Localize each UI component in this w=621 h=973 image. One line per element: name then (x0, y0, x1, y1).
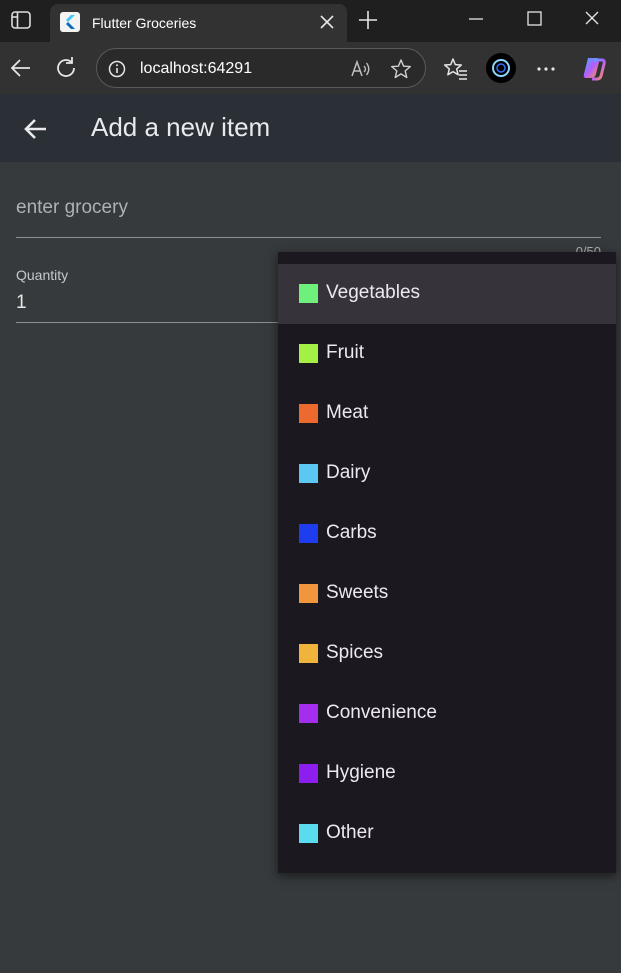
category-color-swatch (299, 284, 318, 303)
favorites-icon[interactable] (443, 56, 469, 82)
close-tab-icon[interactable] (318, 13, 336, 31)
menu-item-convenience[interactable]: Convenience (278, 684, 616, 744)
category-color-swatch (299, 464, 318, 483)
grocery-placeholder: enter grocery (16, 197, 128, 218)
menu-item-label: Vegetables (326, 282, 421, 303)
minimize-icon[interactable] (465, 8, 487, 30)
profile-avatar[interactable] (486, 53, 516, 83)
menu-item-label: Convenience (326, 702, 437, 723)
menu-item-meat[interactable]: Meat (278, 384, 616, 444)
browser-toolbar: localhost:64291 (0, 42, 621, 94)
browser-back-icon[interactable] (8, 55, 34, 81)
menu-item-sweets[interactable]: Sweets (278, 564, 616, 624)
favorite-star-icon[interactable] (390, 58, 412, 80)
category-color-swatch (299, 704, 318, 723)
quantity-value: 1 (16, 292, 27, 313)
category-color-swatch (299, 584, 318, 603)
category-dropdown-menu: Vegetables Fruit Meat Dairy Carbs Sweets… (278, 252, 616, 873)
menu-item-spices[interactable]: Spices (278, 624, 616, 684)
category-color-swatch (299, 524, 318, 543)
category-color-swatch (299, 344, 318, 363)
category-color-swatch (299, 644, 318, 663)
menu-item-label: Other (326, 822, 374, 843)
grocery-name-input[interactable]: enter grocery (16, 192, 601, 238)
quantity-label: Quantity (16, 267, 69, 283)
menu-item-other[interactable]: Other (278, 804, 616, 864)
category-color-swatch (299, 824, 318, 843)
more-options-icon[interactable] (533, 56, 559, 82)
url-text: localhost:64291 (140, 60, 253, 77)
address-bar[interactable]: localhost:64291 (96, 48, 426, 88)
menu-item-label: Carbs (326, 522, 377, 543)
category-color-swatch (299, 764, 318, 783)
quantity-input[interactable]: Quantity 1 (16, 262, 281, 323)
menu-item-label: Meat (326, 402, 369, 423)
read-aloud-icon[interactable] (350, 58, 372, 80)
app-bar: Add a new item (0, 94, 621, 162)
menu-item-label: Hygiene (326, 762, 396, 783)
profile-ring-icon (492, 59, 510, 77)
menu-item-label: Fruit (326, 342, 364, 363)
close-window-icon[interactable] (581, 8, 603, 30)
category-color-swatch (299, 404, 318, 423)
browser-tab-bar: Flutter Groceries (0, 0, 621, 42)
menu-item-fruit[interactable]: Fruit (278, 324, 616, 384)
back-arrow-icon[interactable] (22, 115, 50, 143)
page-title: Add a new item (91, 112, 271, 142)
reload-icon[interactable] (53, 55, 79, 81)
maximize-icon[interactable] (523, 8, 545, 30)
menu-item-carbs[interactable]: Carbs (278, 504, 616, 564)
menu-item-hygiene[interactable]: Hygiene (278, 744, 616, 804)
copilot-icon[interactable] (580, 54, 608, 82)
menu-item-label: Sweets (326, 582, 389, 603)
flutter-favicon-icon (60, 12, 80, 32)
active-tab[interactable]: Flutter Groceries (50, 4, 347, 42)
menu-item-vegetables[interactable]: Vegetables (278, 264, 616, 324)
site-info-icon[interactable] (108, 60, 126, 78)
tab-title: Flutter Groceries (92, 15, 197, 31)
tab-actions-icon[interactable] (10, 10, 32, 30)
menu-item-label: Dairy (326, 462, 371, 483)
menu-item-dairy[interactable]: Dairy (278, 444, 616, 504)
menu-item-label: Spices (326, 642, 384, 663)
new-tab-icon[interactable] (357, 9, 379, 31)
